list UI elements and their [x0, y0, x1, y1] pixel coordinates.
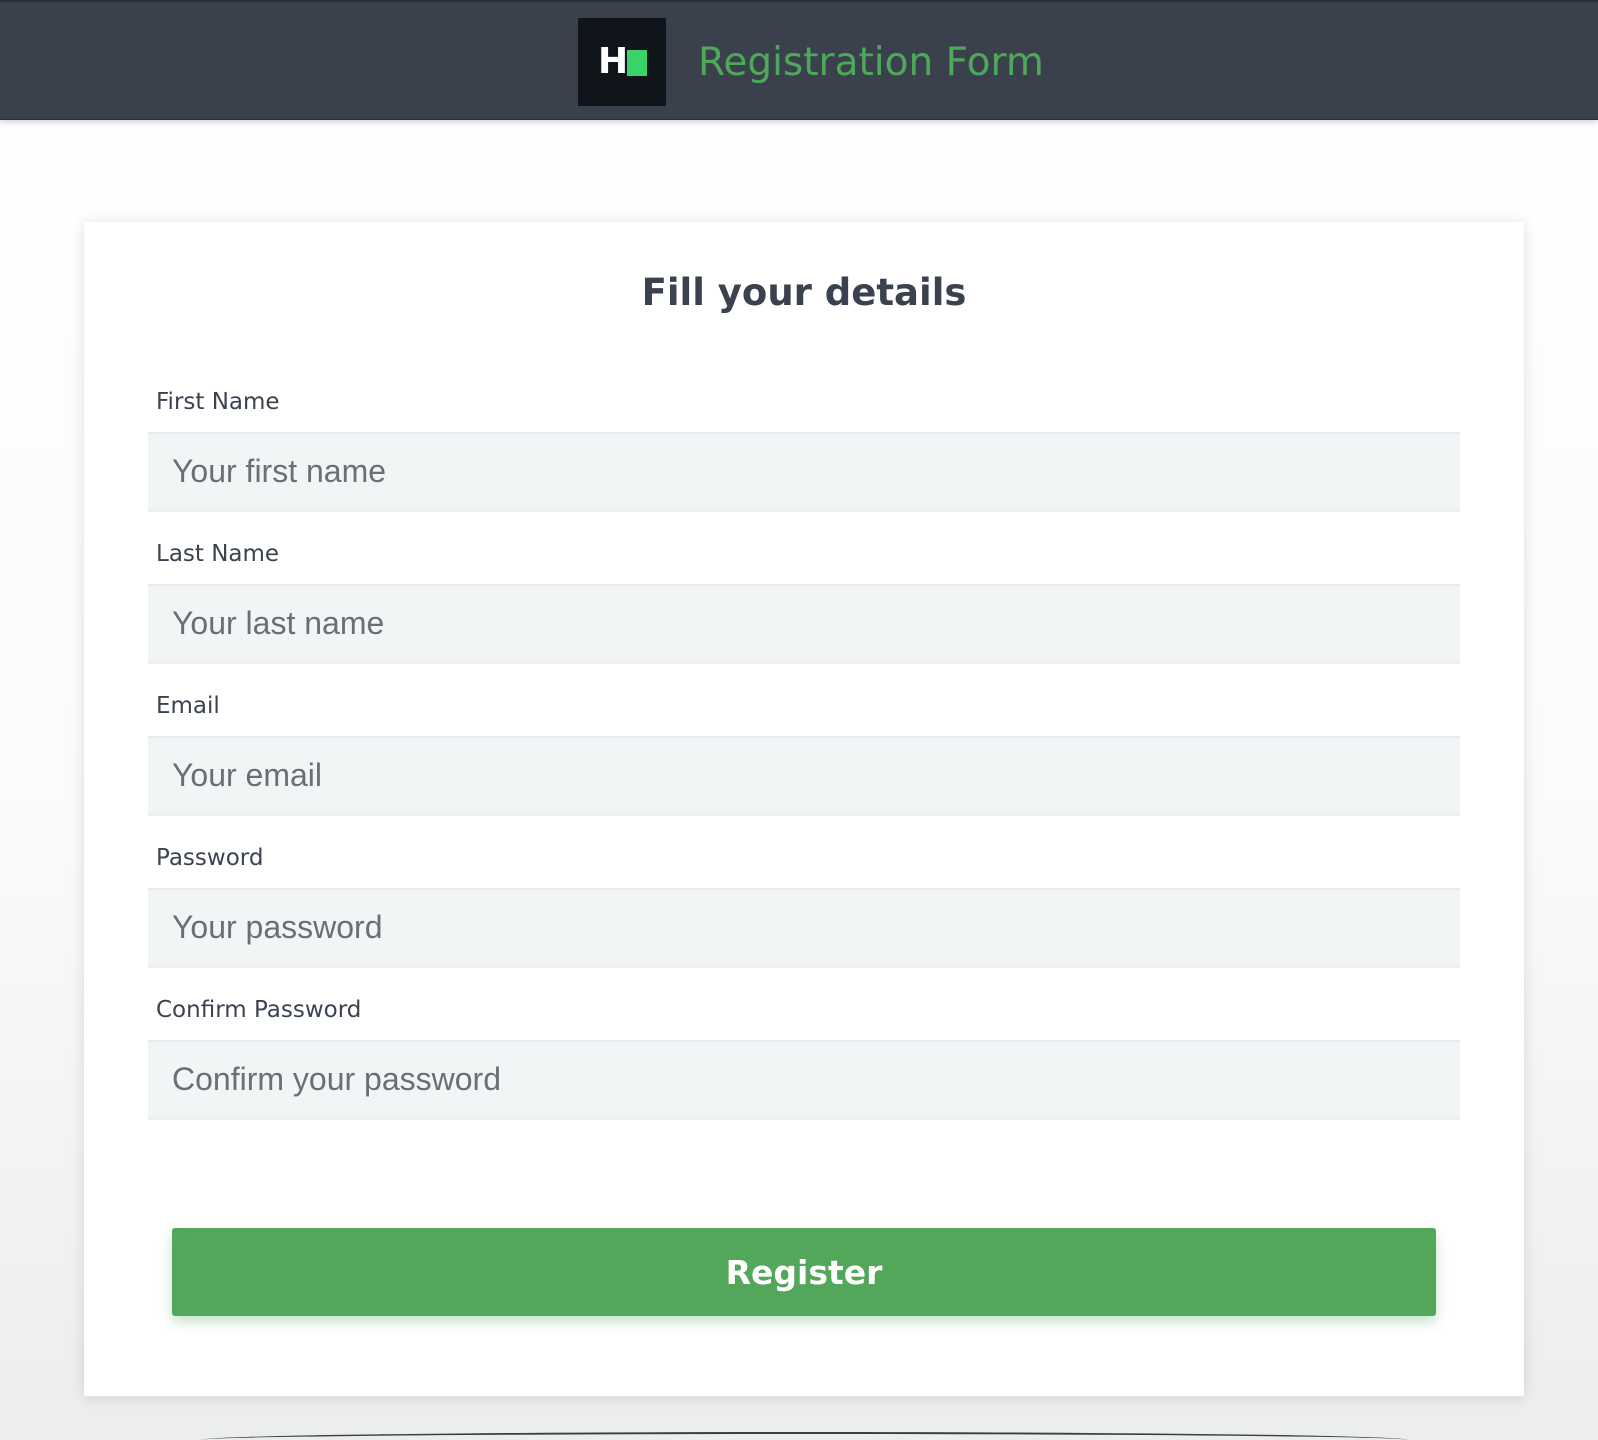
top-header-bar: H Registration Form [0, 0, 1598, 120]
password-input[interactable] [148, 888, 1460, 968]
confirm-password-input[interactable] [148, 1040, 1460, 1120]
email-label: Email [156, 693, 220, 719]
register-button[interactable]: Register [172, 1228, 1436, 1316]
bottom-panel-edge [200, 1432, 1408, 1440]
app-title: Registration Form [698, 40, 1044, 85]
email-input[interactable] [148, 736, 1460, 816]
hackerrank-logo-icon[interactable]: H [578, 18, 666, 106]
logo-letter: H [598, 41, 629, 82]
registration-card: Fill your details First Name Last Name E… [84, 222, 1524, 1396]
last-name-label: Last Name [156, 541, 280, 567]
logo-green-block [627, 50, 647, 76]
first-name-input[interactable] [148, 432, 1460, 512]
confirm-password-label: Confirm Password [156, 997, 362, 1023]
last-name-input[interactable] [148, 584, 1460, 664]
form-heading: Fill your details [641, 271, 967, 314]
first-name-label: First Name [156, 389, 280, 415]
password-label: Password [156, 845, 264, 871]
